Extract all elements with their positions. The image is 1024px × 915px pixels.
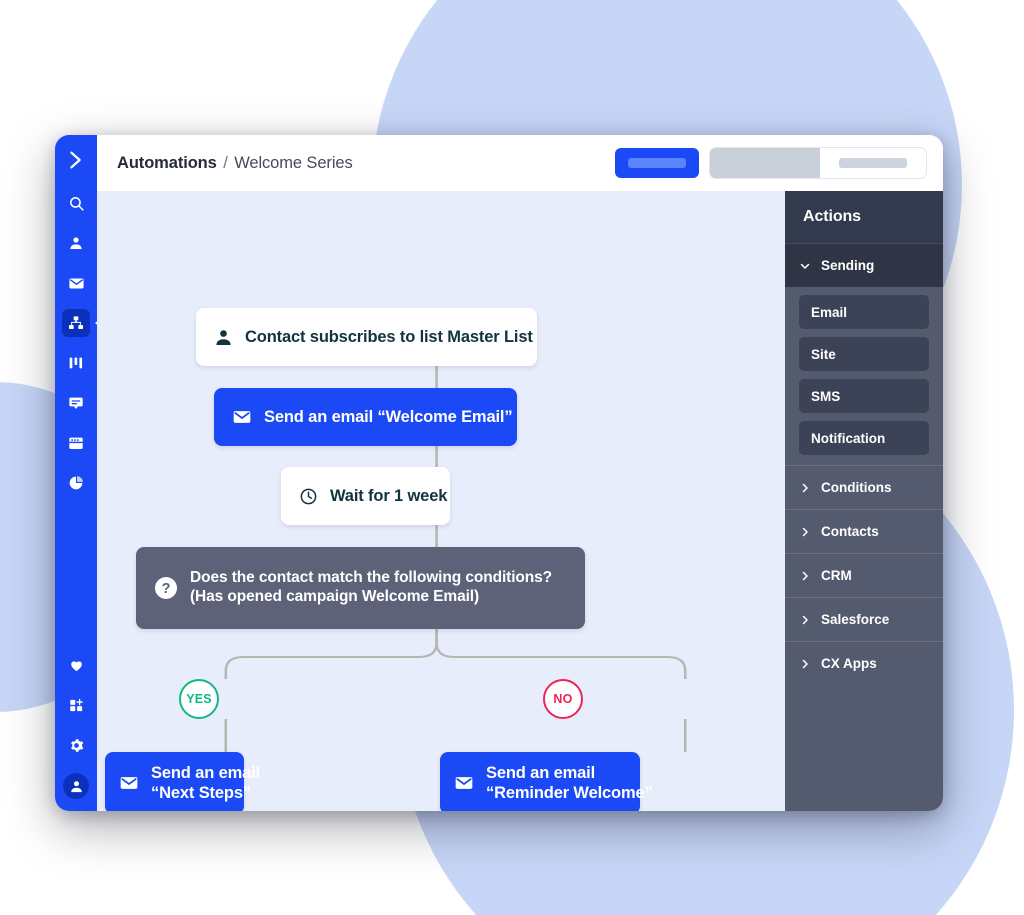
branch-badge-no[interactable]: NO [543,679,583,719]
segmented-control-label [839,158,907,168]
app-window: Automations / Welcome Series Contact sub… [55,135,943,811]
sidebar-item-contacts[interactable] [62,229,90,257]
sidebar-item-settings[interactable] [62,731,90,759]
sidebar-item-deals[interactable] [62,349,90,377]
flow-node-condition-line1: Does the contact match the following con… [190,569,553,587]
person-icon [214,328,233,347]
action-item-email[interactable]: Email [799,295,929,329]
actions-group-salesforce[interactable]: Salesforce [785,597,943,641]
connector-condition-to-yes [224,629,438,679]
chevron-right-icon [802,571,808,580]
envelope-icon [454,773,474,793]
actions-group-conditions-label: Conditions [821,480,892,495]
sidebar-item-search[interactable] [62,189,90,217]
flow-node-email-welcome-label: Send an email “Welcome Email” [264,407,513,426]
envelope-icon [119,773,139,793]
breadcrumb-root[interactable]: Automations [117,154,217,172]
actions-panel-title: Actions [785,191,943,243]
app-logo-icon[interactable] [61,145,91,175]
sidebar-item-reports[interactable] [62,469,90,497]
segmented-control-option-active[interactable] [710,148,820,178]
actions-group-salesforce-label: Salesforce [821,612,890,627]
branch-badge-no-label: NO [553,692,573,706]
window-body: Automations / Welcome Series Contact sub… [97,135,943,811]
actions-group-cx-apps[interactable]: CX Apps [785,641,943,685]
sidebar-item-apps[interactable] [62,691,90,719]
chevron-right-icon [802,659,808,668]
automation-flow: Contact subscribes to list Master List S… [97,191,785,811]
chevron-right-icon [802,527,808,536]
sidebar-item-campaigns[interactable] [62,269,90,297]
flow-node-email-welcome[interactable]: Send an email “Welcome Email” [214,388,517,446]
actions-group-contacts[interactable]: Contacts [785,509,943,553]
action-item-site[interactable]: Site [799,337,929,371]
flow-node-email-next-steps-text: Send an email “Next Steps” [151,763,260,803]
flow-node-email-reminder-welcome-line2: “Reminder Welcome” [486,784,653,802]
flow-node-condition[interactable]: ? Does the contact match the following c… [136,547,585,629]
actions-group-sending-label: Sending [821,258,875,273]
branch-badge-yes[interactable]: YES [179,679,219,719]
sidebar-item-calendar[interactable] [62,429,90,457]
top-bar: Automations / Welcome Series [97,135,943,191]
flow-node-email-next-steps-line2: “Next Steps” [151,784,251,802]
actions-group-sending-items: Email Site SMS Notification [785,287,943,465]
sidebar-item-automations[interactable] [62,309,90,337]
flow-node-email-reminder-welcome[interactable]: Send an email “Reminder Welcome” [440,752,653,811]
breadcrumb-current: Welcome Series [234,153,353,172]
actions-group-sending[interactable]: Sending [785,243,943,287]
primary-action-button[interactable] [615,148,699,178]
flow-node-wait[interactable]: Wait for 1 week [281,467,450,525]
chevron-right-icon [802,615,808,624]
chevron-down-icon [800,263,810,269]
sidebar-item-conversations[interactable] [62,389,90,417]
actions-group-crm-label: CRM [821,568,852,583]
flow-node-email-reminder-welcome-line1: Send an email [486,763,596,782]
segmented-control[interactable] [709,147,927,179]
flow-node-email-reminder-welcome-text: Send an email “Reminder Welcome” [486,763,653,803]
actions-panel: Actions Sending Email Site SMS Notificat… [785,191,943,811]
actions-group-crm[interactable]: CRM [785,553,943,597]
sidebar-nav [55,135,97,811]
question-icon: ? [154,576,178,600]
breadcrumb-separator: / [223,153,228,172]
breadcrumb: Automations / Welcome Series [117,154,353,173]
action-item-notification[interactable]: Notification [799,421,929,455]
flow-node-trigger[interactable]: Contact subscribes to list Master List [196,308,537,366]
actions-group-contacts-label: Contacts [821,524,879,539]
connector-condition-to-no [435,629,687,679]
avatar[interactable] [63,773,89,799]
chevron-right-icon [802,483,808,492]
actions-group-cx-apps-label: CX Apps [821,656,877,671]
sidebar-item-favorites[interactable] [62,651,90,679]
clock-icon [299,487,318,506]
actions-group-conditions[interactable]: Conditions [785,465,943,509]
flow-node-wait-label: Wait for 1 week [330,486,448,505]
top-bar-actions [615,147,927,179]
screenshot-stage: Automations / Welcome Series Contact sub… [0,0,1024,915]
primary-action-button-label [628,158,686,168]
flow-node-condition-line2: (Has opened campaign Welcome Email) [190,588,480,605]
automation-canvas[interactable]: Contact subscribes to list Master List S… [97,191,785,811]
content-row: Contact subscribes to list Master List S… [97,191,943,811]
segmented-control-option-inactive[interactable] [820,148,926,178]
svg-text:?: ? [162,581,171,597]
flow-node-email-next-steps-line1: Send an email [151,763,261,782]
flow-node-condition-text: Does the contact match the following con… [190,569,552,607]
action-item-sms[interactable]: SMS [799,379,929,413]
flow-node-email-next-steps[interactable]: Send an email “Next Steps” [105,752,260,811]
flow-node-trigger-label: Contact subscribes to list Master List [245,327,533,346]
branch-badge-yes-label: YES [186,692,212,706]
envelope-icon [232,407,252,427]
